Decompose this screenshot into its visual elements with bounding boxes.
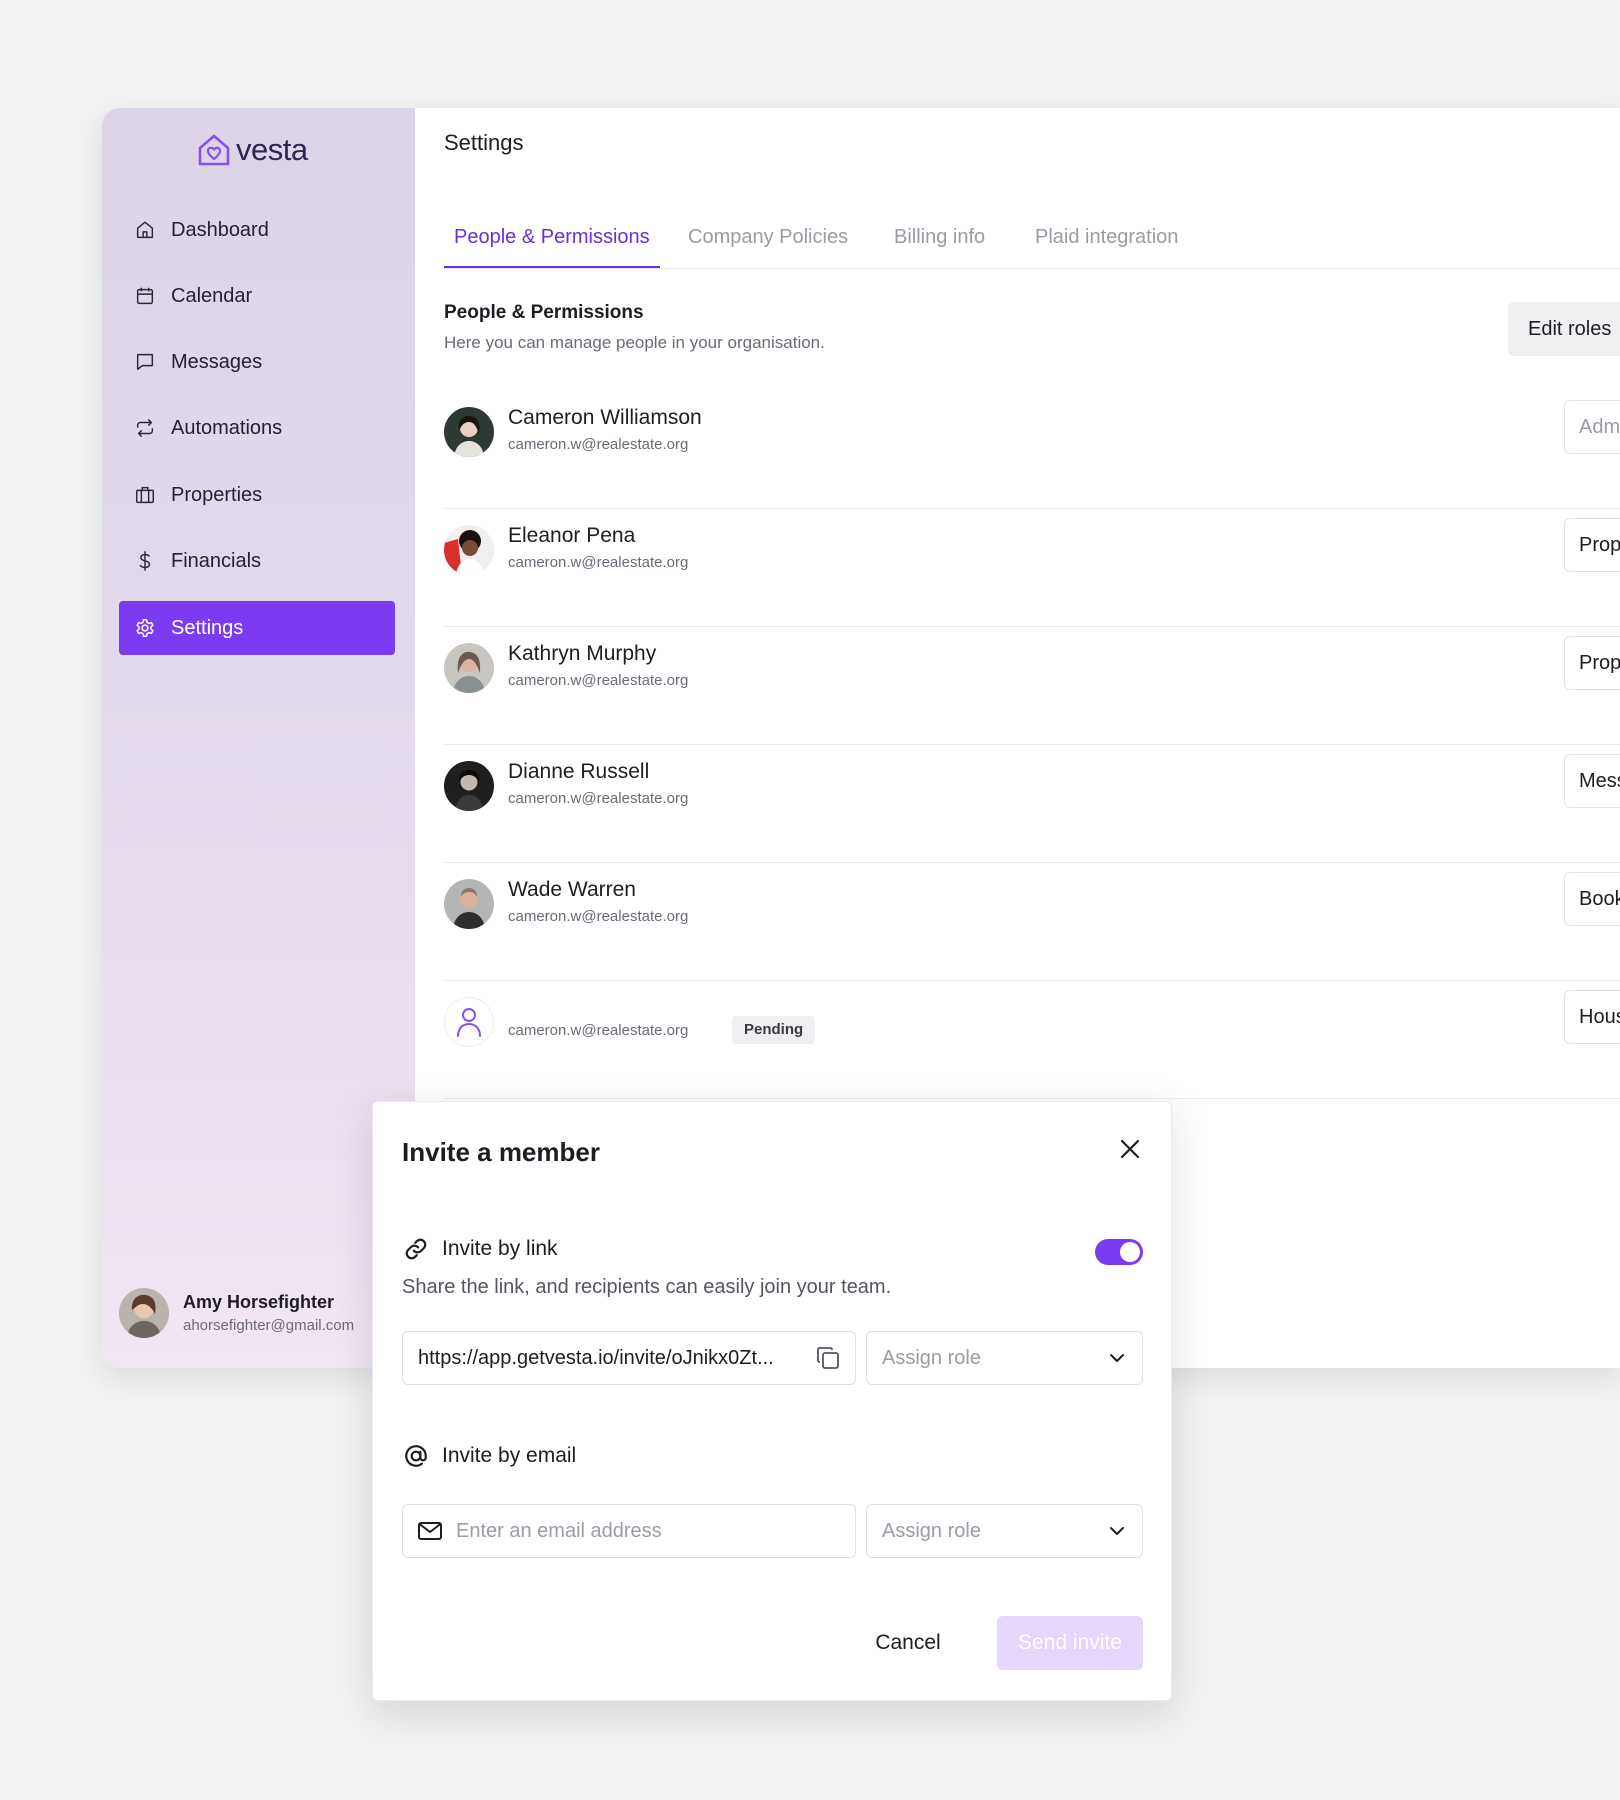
table-row: Kathryn Murphy cameron.w@realestate.org … (444, 626, 1620, 745)
person-name: Eleanor Pena (508, 524, 636, 547)
vesta-logo[interactable]: vesta (196, 130, 308, 170)
dollar-icon (133, 549, 157, 573)
email-field[interactable]: Enter an email address (402, 1504, 856, 1558)
invite-link-field[interactable]: https://app.getvesta.io/invite/oJnikx0Zt… (402, 1331, 856, 1385)
sidebar: vesta Dashboard Calendar Messages Automa… (102, 108, 415, 1368)
house-heart-icon (198, 134, 230, 166)
invite-link-url: https://app.getvesta.io/invite/oJnikx0Zt… (418, 1347, 774, 1369)
invite-by-link-label: Invite by link (442, 1237, 558, 1260)
sidebar-item-calendar[interactable]: Calendar (119, 269, 395, 323)
table-row: Wade Warren cameron.w@realestate.org Boo… (444, 862, 1620, 981)
person-email: cameron.w@realestate.org (508, 436, 689, 453)
sidebar-item-dashboard[interactable]: Dashboard (119, 203, 395, 257)
person-name: Dianne Russell (508, 760, 650, 783)
tab-company-policies[interactable]: Company Policies (688, 218, 848, 268)
calendar-icon (133, 284, 157, 308)
link-assign-role-select[interactable]: Assign role (866, 1331, 1143, 1385)
gear-icon (133, 616, 157, 640)
close-button[interactable] (1113, 1132, 1147, 1166)
sidebar-item-properties[interactable]: Properties (119, 468, 395, 522)
sidebar-item-label: Properties (171, 483, 263, 506)
repeat-icon (133, 416, 157, 440)
person-name: Cameron Williamson (508, 406, 702, 429)
avatar (444, 525, 494, 575)
edit-roles-button[interactable]: Edit roles (1508, 302, 1620, 356)
brand-name: vesta (236, 132, 308, 167)
invite-link-description: Share the link, and recipients can easil… (402, 1276, 892, 1298)
avatar (444, 761, 494, 811)
sidebar-item-label: Calendar (171, 284, 253, 307)
settings-tabs: People & Permissions Company Policies Bi… (444, 218, 1620, 269)
person-name: Kathryn Murphy (508, 642, 657, 665)
cancel-button[interactable]: Cancel (853, 1616, 963, 1670)
avatar (444, 643, 494, 693)
status-badge: Pending (732, 1016, 816, 1044)
sidebar-item-label: Financials (171, 549, 262, 572)
sidebar-item-automations[interactable]: Automations (119, 401, 395, 455)
current-user[interactable]: Amy Horsefighter ahorsefighter@gmail.com (119, 1288, 354, 1338)
role-select[interactable]: Propert (1564, 518, 1620, 572)
table-row: Cameron Williamson cameron.w@realestate.… (444, 390, 1620, 509)
table-row: Eleanor Pena cameron.w@realestate.org Pr… (444, 508, 1620, 627)
role-select[interactable]: Messag (1564, 754, 1620, 808)
page-title: Settings (444, 130, 524, 155)
person-email: cameron.w@realestate.org (508, 790, 689, 807)
avatar (444, 407, 494, 457)
invite-link-toggle[interactable] (1095, 1239, 1143, 1265)
assign-role-placeholder: Assign role (882, 1347, 981, 1369)
sidebar-item-messages[interactable]: Messages (119, 335, 395, 389)
link-icon (402, 1235, 430, 1263)
person-name: Wade Warren (508, 878, 636, 901)
user-email: ahorsefighter@gmail.com (183, 1317, 355, 1334)
sidebar-item-label: Messages (171, 350, 263, 373)
chevron-down-icon (1106, 1347, 1128, 1369)
modal-title: Invite a member (402, 1137, 600, 1167)
at-sign-icon (402, 1442, 430, 1470)
email-placeholder: Enter an email address (456, 1520, 662, 1542)
section-title: People & Permissions (444, 302, 644, 323)
chevron-down-icon (1106, 1520, 1128, 1542)
section-subtitle: Here you can manage people in your organ… (444, 333, 825, 352)
sidebar-item-label: Dashboard (171, 218, 269, 241)
person-email: cameron.w@realestate.org (508, 554, 689, 571)
sidebar-item-label: Settings (171, 616, 244, 639)
toggle-knob (1120, 1242, 1140, 1262)
close-icon (1120, 1139, 1140, 1159)
invite-member-modal: Invite a member Invite by link Share the… (372, 1101, 1172, 1701)
invite-by-email-heading: Invite by email (402, 1442, 576, 1470)
building-icon (133, 483, 157, 507)
tab-plaid-integration[interactable]: Plaid integration (1035, 218, 1178, 268)
user-name: Amy Horsefighter (183, 1292, 335, 1312)
send-invite-button[interactable]: Send invite (997, 1616, 1143, 1670)
role-select[interactable]: Admin (1564, 400, 1620, 454)
sidebar-item-financials[interactable]: Financials (119, 534, 395, 588)
copy-icon[interactable] (815, 1345, 841, 1371)
message-icon (133, 350, 157, 374)
sidebar-item-label: Automations (171, 416, 283, 439)
sidebar-item-settings[interactable]: Settings (119, 601, 395, 655)
role-select[interactable]: Propert (1564, 636, 1620, 690)
home-icon (133, 218, 157, 242)
avatar (444, 879, 494, 929)
invite-by-email-label: Invite by email (442, 1444, 577, 1467)
assign-role-placeholder: Assign role (882, 1520, 981, 1542)
email-assign-role-select[interactable]: Assign role (866, 1504, 1143, 1558)
user-placeholder-icon (444, 997, 494, 1047)
role-select[interactable]: Housek (1564, 990, 1620, 1044)
table-row: Dianne Russell cameron.w@realestate.org … (444, 744, 1620, 863)
tab-billing-info[interactable]: Billing info (894, 218, 985, 268)
avatar (119, 1288, 169, 1338)
tab-people-permissions[interactable]: People & Permissions (444, 218, 660, 268)
person-email: cameron.w@realestate.org (508, 908, 689, 925)
mail-icon (417, 1519, 443, 1543)
role-select[interactable]: Bookke (1564, 872, 1620, 926)
person-email: cameron.w@realestate.org (508, 1022, 689, 1039)
invite-by-link-heading: Invite by link (402, 1235, 558, 1263)
table-row-pending: cameron.w@realestate.org Pending Housek (444, 980, 1620, 1099)
person-email: cameron.w@realestate.org (508, 672, 689, 689)
